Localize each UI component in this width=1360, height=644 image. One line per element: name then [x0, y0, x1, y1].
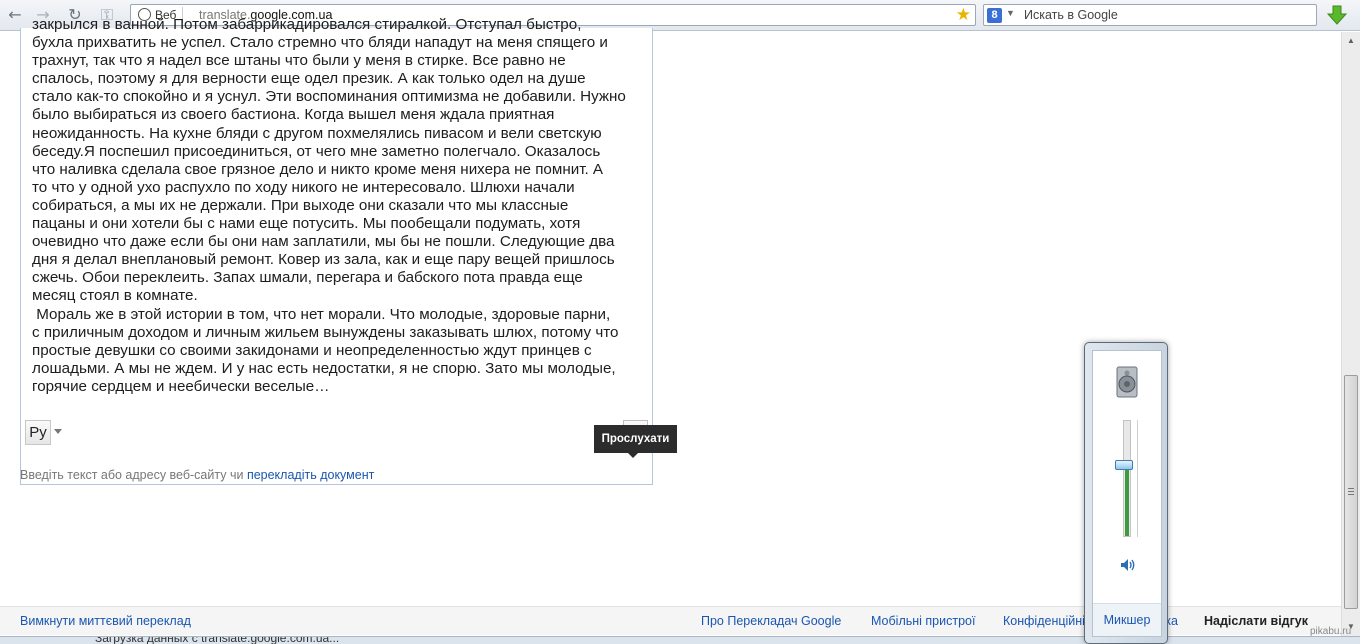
bookmark-star-icon[interactable]: ★	[956, 5, 971, 25]
grip-icon	[1348, 488, 1354, 495]
text-line: закрылся в ванной. Потом забаррикадирова…	[32, 16, 582, 33]
text-line: месяц стоял в комнате.	[32, 287, 198, 305]
volume-level	[1125, 462, 1129, 536]
chevron-down-icon[interactable]	[54, 429, 62, 434]
text-line: пацаны и они хотели бы с нами еще потуси…	[32, 215, 581, 233]
slider-ticks	[1137, 420, 1138, 537]
text-line: с приличным доходом и личным жильем выну…	[32, 323, 619, 341]
download-arrow-icon[interactable]	[1327, 5, 1347, 25]
instant-translate-off-link[interactable]: Вимкнути миттєвий переклад	[20, 614, 191, 628]
hint-label: Введіть текст або адресу веб-сайту чи	[20, 468, 247, 482]
text-line: беседу.Я поспешил присоединиться, от чег…	[32, 142, 601, 160]
vertical-scrollbar[interactable]: ▲ ▼	[1341, 32, 1360, 636]
status-text: Загрузка данных с translate.google.com.u…	[95, 636, 340, 644]
language-button[interactable]: Ру	[25, 420, 51, 445]
mixer-area: Микшер	[1093, 603, 1161, 636]
text-line: неожиданность. На кухне бляди с другом п…	[32, 124, 602, 142]
source-text-box[interactable]: закрылся в ванной. Потом забаррикадирова…	[20, 16, 653, 485]
text-line: дня я делал внеплановый ремонт. Ковер из…	[32, 251, 615, 269]
text-line: то что у одной ухо распухло по ходу нико…	[32, 178, 575, 196]
search-bar[interactable]: 8 ▼ Искать в Google	[983, 4, 1317, 26]
search-engine-icon[interactable]: 8	[987, 8, 1002, 23]
hint-text: Введіть текст або адресу веб-сайту чи пе…	[20, 468, 374, 482]
text-line: стало как-то спокойно и я уснул. Эти вос…	[32, 88, 626, 106]
text-line: спалось, поэтому я для верности еще одел…	[32, 70, 586, 88]
volume-slider[interactable]	[1123, 420, 1131, 537]
speaker-device-icon[interactable]	[1110, 365, 1144, 399]
watermark: pikabu.ru	[1310, 626, 1352, 637]
translate-document-link[interactable]: перекладіть документ	[247, 468, 374, 482]
text-line: трахнут, так что я надел все штаны что б…	[32, 52, 566, 70]
text-line: сжечь. Обои переклеить. Запах шмали, пер…	[32, 269, 583, 287]
search-placeholder: Искать в Google	[1024, 8, 1118, 22]
text-line: очевидно что даже если бы они нам заплат…	[32, 233, 615, 251]
volume-slider-thumb[interactable]	[1115, 460, 1133, 471]
mobile-link[interactable]: Мобільні пристрої	[871, 614, 975, 628]
text-line: горячие сердцем и неебически веселые…	[32, 377, 330, 395]
chevron-down-icon[interactable]: ▼	[1006, 8, 1015, 18]
volume-popup: Микшер	[1084, 342, 1168, 644]
volume-panel: Микшер	[1092, 350, 1162, 637]
scroll-up-icon[interactable]: ▲	[1342, 32, 1360, 49]
tooltip-arrow	[628, 453, 638, 458]
mixer-link[interactable]: Микшер	[1093, 613, 1161, 627]
feedback-link[interactable]: Надіслати відгук	[1204, 614, 1308, 628]
text-line: было выбираться из своего бастиона. Когд…	[32, 106, 555, 124]
text-line: лошадьми. А мы не ждем. И у нас есть нед…	[32, 359, 616, 377]
back-icon[interactable]: ←	[4, 5, 26, 25]
scroll-thumb[interactable]	[1344, 375, 1358, 609]
text-line: что наливка сделала свое грязное дело и …	[32, 160, 604, 178]
about-link[interactable]: Про Перекладач Google	[701, 614, 841, 628]
listen-tooltip: Прослухати	[594, 425, 677, 453]
text-line: бухла прихватить не успел. Стало стремно…	[32, 34, 608, 52]
text-line: Мораль же в этой истории в том, что нет …	[32, 305, 611, 323]
text-line: собираться, а мы их не держали. При выхо…	[32, 196, 569, 214]
mute-speaker-icon[interactable]	[1119, 557, 1137, 573]
source-text[interactable]: закрылся в ванной. Потом забаррикадирова…	[32, 16, 644, 396]
text-line: простые девушки со своими закидонами и н…	[32, 341, 592, 359]
